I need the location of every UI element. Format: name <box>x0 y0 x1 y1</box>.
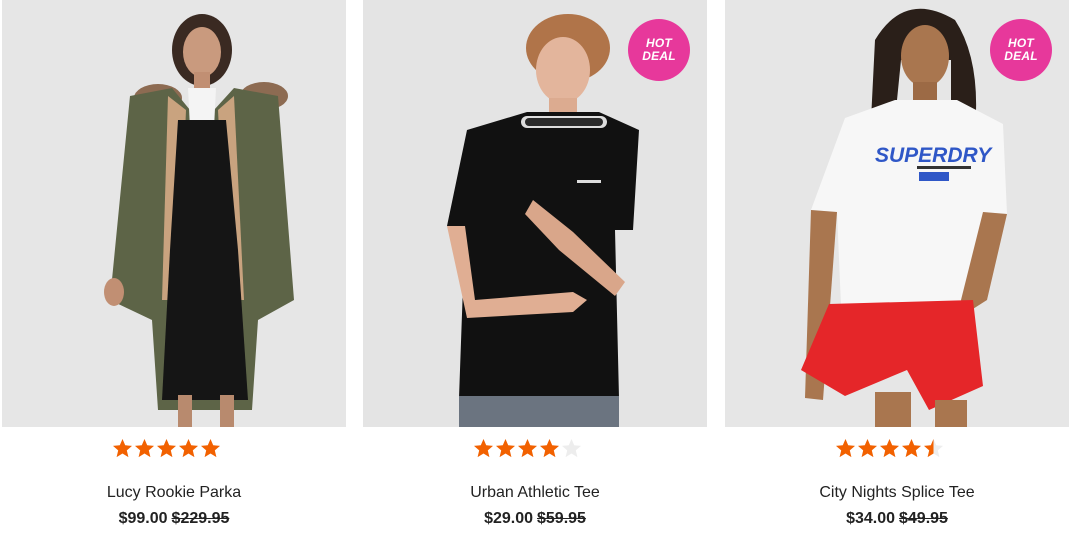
hot-deal-badge: HOT DEAL <box>628 19 690 81</box>
rating-stars <box>725 438 1069 459</box>
sale-price: $34.00 <box>846 510 895 527</box>
star-filled-icon <box>495 438 516 459</box>
star-filled-icon <box>879 438 900 459</box>
product-image[interactable] <box>2 0 346 427</box>
product-price: $99.00 $229.95 <box>2 510 346 528</box>
star-filled-icon <box>901 438 922 459</box>
product-photo-parka <box>2 0 346 427</box>
star-filled-icon <box>539 438 560 459</box>
product-image[interactable]: HOT DEAL <box>363 0 707 427</box>
product-card[interactable]: Lucy Rookie Parka $99.00 $229.95 <box>2 0 346 538</box>
rating-stars <box>363 438 707 459</box>
badge-line-2: DEAL <box>642 49 676 63</box>
product-card[interactable]: HOT DEAL Urban Athletic Tee $29.00 $59.95 <box>363 0 707 538</box>
star-filled-icon <box>134 438 155 459</box>
badge-line-2: DEAL <box>1004 49 1038 63</box>
product-card[interactable]: SUPERDRY HOT DEAL City Nights Splice Tee … <box>725 0 1069 538</box>
original-price: $59.95 <box>537 510 586 527</box>
sale-price: $29.00 <box>484 510 533 527</box>
product-name[interactable]: Lucy Rookie Parka <box>2 484 346 502</box>
product-grid: Lucy Rookie Parka $99.00 $229.95 HOT DEA… <box>0 0 1080 538</box>
product-name[interactable]: Urban Athletic Tee <box>363 484 707 502</box>
star-filled-icon <box>156 438 177 459</box>
star-filled-icon <box>517 438 538 459</box>
star-half-icon <box>923 438 944 459</box>
star-filled-icon <box>835 438 856 459</box>
star-filled-icon <box>200 438 221 459</box>
star-filled-icon <box>178 438 199 459</box>
product-price: $34.00 $49.95 <box>725 510 1069 528</box>
star-empty-icon <box>561 438 582 459</box>
product-price: $29.00 $59.95 <box>363 510 707 528</box>
product-name[interactable]: City Nights Splice Tee <box>725 484 1069 502</box>
original-price: $229.95 <box>171 510 230 527</box>
original-price: $49.95 <box>899 510 948 527</box>
rating-stars <box>2 438 346 459</box>
hot-deal-badge: HOT DEAL <box>990 19 1052 81</box>
star-filled-icon <box>112 438 133 459</box>
tee-graphic-text: SUPERDRY <box>875 144 993 167</box>
star-filled-icon <box>473 438 494 459</box>
star-filled-icon <box>857 438 878 459</box>
product-image[interactable]: SUPERDRY HOT DEAL <box>725 0 1069 427</box>
sale-price: $99.00 <box>118 510 168 527</box>
